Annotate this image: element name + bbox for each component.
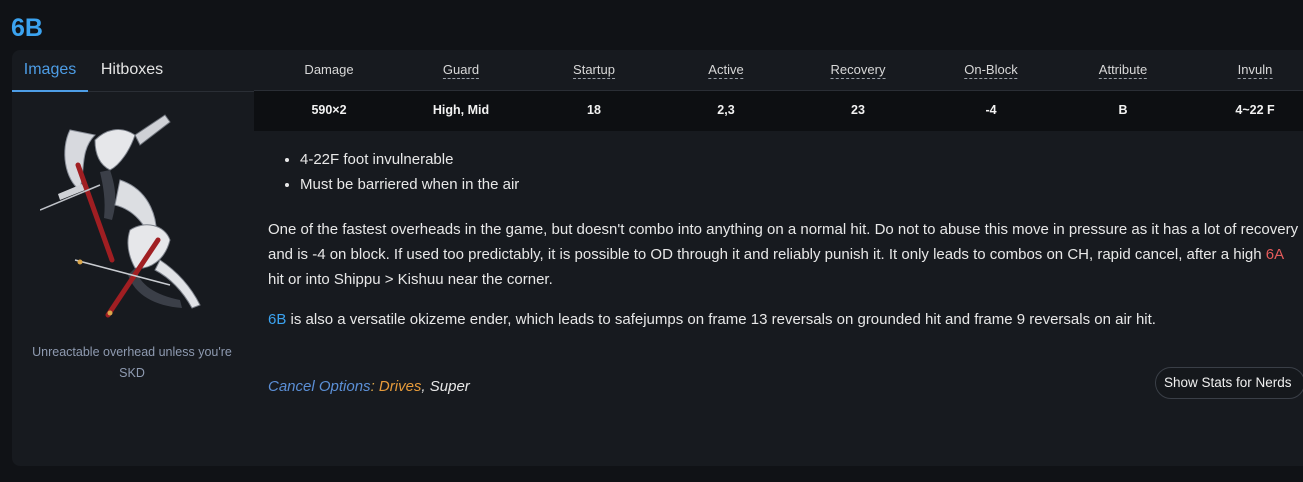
header-recovery[interactable]: Recovery	[830, 62, 886, 79]
header-guard[interactable]: Guard	[442, 62, 480, 79]
media-panel: Images Hitboxes Unreactable overhead unl…	[12, 50, 254, 466]
paragraph-text: One of the fastest overheads in the game…	[268, 221, 1299, 263]
tab-hitboxes[interactable]: Hitboxes	[92, 50, 172, 91]
value-recovery: 23	[851, 103, 865, 117]
description-paragraph: One of the fastest overheads in the game…	[268, 217, 1303, 292]
move-link-6b[interactable]: 6B	[268, 311, 286, 328]
value-damage: 590×2	[311, 103, 347, 117]
frame-data-value-row: 590×2 High, Mid 18 2,3 23 -4 B 4~22 F	[254, 91, 1303, 131]
header-on-block[interactable]: On-Block	[964, 62, 1018, 79]
header-attribute[interactable]: Attribute	[1098, 62, 1148, 79]
show-stats-for-nerds-button[interactable]: Show Stats for Nerds	[1155, 367, 1303, 399]
frame-data-table: Damage Guard Startup Active Recovery On-…	[254, 50, 1303, 131]
move-notes-content: 4-22F foot invulnerable Must be barriere…	[268, 147, 1303, 395]
value-startup: 18	[587, 103, 601, 117]
value-attribute: B	[1118, 103, 1128, 117]
paragraph-text: is also a versatile okizeme ender, which…	[286, 311, 1156, 328]
cancel-drives-link[interactable]: Drives	[379, 378, 422, 395]
cancel-colon: :	[370, 378, 375, 395]
image-caption: Unreactable overhead unless you're SKD	[32, 345, 232, 380]
value-on-block: -4	[985, 103, 997, 117]
value-guard: High, Mid	[432, 103, 490, 117]
header-damage: Damage	[304, 62, 354, 77]
paragraph-text: hit or into Shippu > Kishuu near the cor…	[268, 271, 553, 288]
header-active[interactable]: Active	[708, 62, 744, 79]
list-item: 4-22F foot invulnerable	[300, 147, 1303, 172]
value-invuln: 4~22 F	[1235, 103, 1275, 117]
tab-images[interactable]: Images	[12, 50, 88, 92]
value-active: 2,3	[717, 103, 735, 117]
notes-list: 4-22F foot invulnerable Must be barriere…	[268, 147, 1303, 197]
header-startup[interactable]: Startup	[573, 62, 615, 79]
cancel-options-label[interactable]: Cancel Options	[268, 378, 371, 395]
page-title: 6B	[11, 14, 43, 42]
ninja-sprite-illustration	[39, 114, 201, 318]
media-tabs: Images Hitboxes	[12, 50, 254, 92]
move-sprite-image	[39, 110, 220, 320]
move-link-6a[interactable]: 6A	[1266, 246, 1284, 263]
frame-data-header-row: Damage Guard Startup Active Recovery On-…	[254, 50, 1303, 91]
okizeme-paragraph: 6B is also a versatile okizeme ender, wh…	[268, 307, 1303, 332]
cancel-super: Super	[429, 378, 470, 395]
cancel-options: Cancel Options: Drives, Super	[268, 374, 470, 399]
header-invuln[interactable]: Invuln	[1237, 62, 1273, 79]
list-item: Must be barriered when in the air	[300, 172, 1303, 197]
cancel-comma: ,	[421, 378, 426, 395]
